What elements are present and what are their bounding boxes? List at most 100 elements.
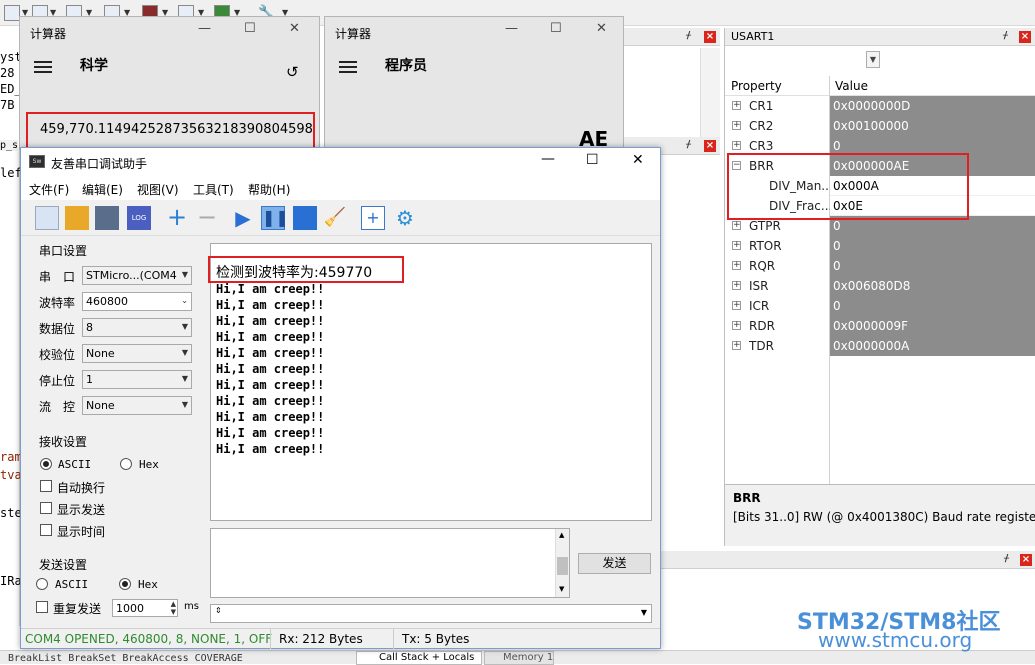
register-row-rtor[interactable]: + RTOR 0 xyxy=(725,236,1035,256)
send-history-combo[interactable]: ⇕ ▼ xyxy=(210,604,652,623)
register-value[interactable]: 0x006080D8 xyxy=(830,276,1035,296)
repeat-interval-value: 1000 xyxy=(116,602,144,615)
hamburger-menu-icon[interactable] xyxy=(34,61,52,73)
maximize-icon[interactable]: ☐ xyxy=(586,152,599,168)
remove-icon[interactable]: − xyxy=(195,205,219,230)
close-icon[interactable]: × xyxy=(1019,31,1031,43)
recv-ascii-radio[interactable] xyxy=(40,458,52,470)
maximize-icon[interactable]: ☐ xyxy=(244,21,256,36)
property-grid-header: Property Value xyxy=(725,76,1035,96)
tab-memory[interactable]: Memory 1 xyxy=(484,651,554,665)
close-icon[interactable]: ✕ xyxy=(596,21,607,36)
register-row-tdr[interactable]: + TDR 0x0000000A xyxy=(725,336,1035,356)
register-value[interactable]: 0 xyxy=(830,256,1035,276)
clear-broom-icon[interactable]: 🧹 xyxy=(323,206,347,230)
send-textarea[interactable]: ▲ ▼ xyxy=(210,528,570,598)
receive-textarea[interactable]: 检测到波特率为:459770 Hi,I am creep!! Hi,I am c… xyxy=(210,243,652,521)
register-row-cr2[interactable]: + CR2 0x00100000 xyxy=(725,116,1035,136)
close-icon[interactable]: × xyxy=(704,140,716,152)
show-send-checkbox[interactable] xyxy=(40,502,52,514)
auto-wrap-checkbox[interactable] xyxy=(40,480,52,492)
stop-bits-select[interactable]: 1 ▼ xyxy=(82,370,192,389)
pin-icon[interactable]: ᚋ xyxy=(1004,553,1009,564)
register-value[interactable]: 0x00100000 xyxy=(830,116,1035,136)
minimize-icon[interactable]: — xyxy=(505,21,518,36)
menu-tools[interactable]: 工具(T) xyxy=(193,181,234,198)
register-value[interactable]: 0x0000009F xyxy=(830,316,1035,336)
show-time-checkbox[interactable] xyxy=(40,524,52,536)
tab-breaklist[interactable]: BreakList BreakSet BreakAccess COVERAGE xyxy=(8,653,243,664)
pin-icon[interactable]: ᚋ xyxy=(686,139,691,150)
tab-call-stack[interactable]: Call Stack + Locals xyxy=(356,651,482,665)
repeat-send-label: 重复发送 xyxy=(53,602,102,616)
flow-control-select[interactable]: None ▼ xyxy=(82,396,192,415)
pin-icon[interactable]: ᚋ xyxy=(1003,30,1008,41)
register-row-icr[interactable]: + ICR 0 xyxy=(725,296,1035,316)
register-row-rqr[interactable]: + RQR 0 xyxy=(725,256,1035,276)
send-hex-radio[interactable] xyxy=(119,578,131,590)
expand-icon[interactable]: + xyxy=(732,321,741,330)
open-folder-icon[interactable] xyxy=(65,206,89,230)
expand-icon[interactable]: + xyxy=(732,261,741,270)
menu-edit[interactable]: 编辑(E) xyxy=(82,181,123,198)
menu-help[interactable]: 帮助(H) xyxy=(248,181,290,198)
close-icon[interactable]: × xyxy=(1020,554,1032,566)
expand-icon[interactable]: + xyxy=(732,221,741,230)
repeat-send-checkbox[interactable] xyxy=(36,601,48,613)
pin-icon[interactable]: ᚋ xyxy=(686,30,691,41)
hamburger-menu-icon[interactable] xyxy=(339,61,357,73)
register-value[interactable]: 0x0000000D xyxy=(830,96,1035,116)
expand-icon[interactable]: + xyxy=(732,281,741,290)
close-icon[interactable]: ✕ xyxy=(289,21,300,36)
pause-icon[interactable]: ❚❚ xyxy=(261,206,289,230)
expand-icon[interactable]: + xyxy=(732,341,741,350)
chevron-down-icon[interactable]: ▼ xyxy=(641,608,647,617)
spin-arrows-icon[interactable]: ▲ ▼ xyxy=(171,600,176,616)
register-value[interactable]: 0 xyxy=(830,296,1035,316)
scrollbar[interactable] xyxy=(700,48,720,138)
toolbar-icon[interactable] xyxy=(4,5,20,21)
gear-icon[interactable]: ⚙ xyxy=(393,206,417,230)
code-tab-fragment[interactable]: p_s xyxy=(0,140,19,151)
baud-rate-combo[interactable]: 460800 ⌄ xyxy=(82,292,192,311)
register-row-cr1[interactable]: + CR1 0x0000000D xyxy=(725,96,1035,116)
expand-icon[interactable]: + xyxy=(732,121,741,130)
play-icon[interactable]: ▶ xyxy=(231,206,255,230)
history-icon[interactable]: ↺ xyxy=(286,63,299,81)
register-value[interactable]: 0x0000000A xyxy=(830,336,1035,356)
peripheral-dropdown[interactable]: ▼ xyxy=(866,51,880,68)
save-icon[interactable] xyxy=(95,206,119,230)
register-value[interactable]: 0 xyxy=(830,236,1035,256)
send-ascii-radio[interactable] xyxy=(36,578,48,590)
menu-file[interactable]: 文件(F) xyxy=(29,181,69,198)
send-scrollbar[interactable]: ▲ ▼ xyxy=(555,529,569,597)
menu-view[interactable]: 视图(V) xyxy=(137,181,179,198)
chevron-up-icon[interactable]: ▲ xyxy=(559,531,564,539)
close-icon[interactable]: × xyxy=(704,31,716,43)
register-row-rdr[interactable]: + RDR 0x0000009F xyxy=(725,316,1035,336)
expand-icon[interactable]: + xyxy=(732,301,741,310)
expand-icon[interactable]: + xyxy=(732,141,741,150)
status-divider xyxy=(393,629,394,649)
new-file-icon[interactable] xyxy=(35,206,59,230)
recv-hex-radio[interactable] xyxy=(120,458,132,470)
port-select[interactable]: STMicro...(COM4 ▼ xyxy=(82,266,192,285)
parity-select[interactable]: None ▼ xyxy=(82,344,192,363)
log-icon[interactable]: LOG xyxy=(127,206,151,230)
register-row-isr[interactable]: + ISR 0x006080D8 xyxy=(725,276,1035,296)
data-bits-select[interactable]: 8 ▼ xyxy=(82,318,192,337)
window-add-icon[interactable]: + xyxy=(361,206,385,230)
repeat-interval-stepper[interactable]: 1000 ▲ ▼ xyxy=(112,599,178,617)
status-bar: COM4 OPENED, 460800, 8, NONE, 1, OFF Rx:… xyxy=(21,628,660,649)
stop-icon[interactable] xyxy=(293,206,317,230)
chevron-down-icon[interactable]: ▼ xyxy=(559,585,564,593)
minimize-icon[interactable]: — xyxy=(541,151,555,167)
maximize-icon[interactable]: ☐ xyxy=(550,21,562,36)
add-icon[interactable]: + xyxy=(165,205,189,230)
send-button[interactable]: 发送 xyxy=(578,553,651,574)
expand-icon[interactable]: + xyxy=(732,101,741,110)
close-icon[interactable]: ✕ xyxy=(632,152,644,168)
minimize-icon[interactable]: — xyxy=(198,21,211,36)
expand-icon[interactable]: + xyxy=(732,241,741,250)
scroll-thumb[interactable] xyxy=(557,557,568,575)
